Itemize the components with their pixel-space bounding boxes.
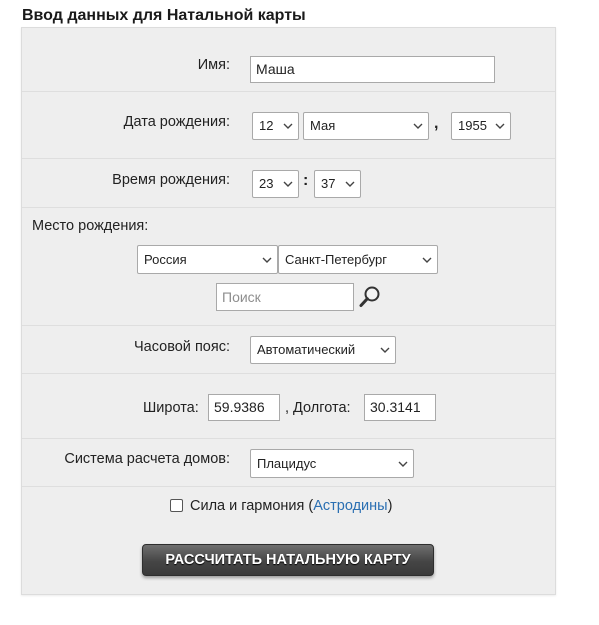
row-divider	[22, 158, 555, 159]
city-select[interactable]: Санкт-Петербург	[278, 245, 438, 274]
birth-year-value: 1955	[458, 118, 487, 133]
row-divider	[22, 438, 555, 439]
chevron-down-icon	[380, 347, 390, 353]
timezone-label: Часовой пояс:	[134, 339, 230, 355]
date-comma: ,	[434, 115, 439, 132]
city-value: Санкт-Петербург	[285, 252, 387, 267]
house-system-select[interactable]: Плацидус	[250, 449, 414, 478]
chevron-down-icon	[283, 181, 293, 187]
country-select[interactable]: Россия	[137, 245, 278, 274]
birth-minute-value: 37	[321, 176, 336, 191]
place-search-input[interactable]: Поиск	[216, 283, 354, 311]
birth-minute-select[interactable]: 37	[314, 170, 361, 198]
birth-day-value: 12	[259, 118, 274, 133]
chevron-down-icon	[413, 123, 423, 129]
chevron-down-icon	[262, 257, 272, 263]
birth-day-select[interactable]: 12	[252, 112, 299, 140]
chevron-down-icon	[398, 461, 408, 467]
chevron-down-icon	[345, 181, 355, 187]
birth-month-value: Мая	[310, 118, 336, 133]
chevron-down-icon	[422, 257, 432, 263]
birth-hour-select[interactable]: 23	[252, 170, 299, 198]
page-title: Ввод данных для Натальной карты	[22, 7, 306, 24]
birth-month-select[interactable]: Мая	[303, 112, 429, 140]
country-value: Россия	[144, 252, 187, 267]
birth-time-label: Время рождения:	[112, 172, 230, 188]
timezone-select[interactable]: Автоматический	[250, 336, 396, 364]
latitude-label: Широта:	[143, 400, 199, 416]
row-divider	[22, 486, 555, 487]
latitude-input[interactable]: 59.9386	[208, 394, 280, 421]
birth-year-select[interactable]: 1955	[451, 112, 511, 140]
calculate-chart-button[interactable]: РАССЧИТАТЬ НАТАЛЬНУЮ КАРТУ	[142, 544, 434, 576]
birth-place-label: Место рождения:	[32, 218, 149, 234]
astrodyne-link[interactable]: Астродины	[313, 498, 387, 514]
house-system-value: Плацидус	[257, 456, 317, 471]
time-colon: :	[303, 172, 309, 189]
name-input[interactable]: Маша	[250, 56, 495, 83]
strength-label-text: Сила и гармония (	[190, 498, 314, 514]
longitude-label: , Долгота:	[285, 400, 351, 416]
chevron-down-icon	[495, 123, 505, 129]
birth-date-label: Дата рождения:	[123, 114, 230, 130]
row-divider	[22, 325, 555, 326]
row-divider	[22, 207, 555, 208]
name-label: Имя:	[197, 57, 230, 73]
strength-label[interactable]: Сила и гармония (Астродины)	[190, 498, 392, 514]
strength-checkbox[interactable]	[170, 499, 183, 512]
chevron-down-icon	[283, 123, 293, 129]
row-divider	[22, 91, 555, 92]
strength-label-close: )	[387, 498, 393, 514]
search-icon[interactable]	[358, 285, 382, 309]
timezone-value: Автоматический	[257, 342, 356, 357]
longitude-input[interactable]: 30.3141	[364, 394, 436, 421]
birth-hour-value: 23	[259, 176, 274, 191]
house-system-label: Система расчета домов:	[64, 451, 230, 467]
row-divider	[22, 373, 555, 374]
